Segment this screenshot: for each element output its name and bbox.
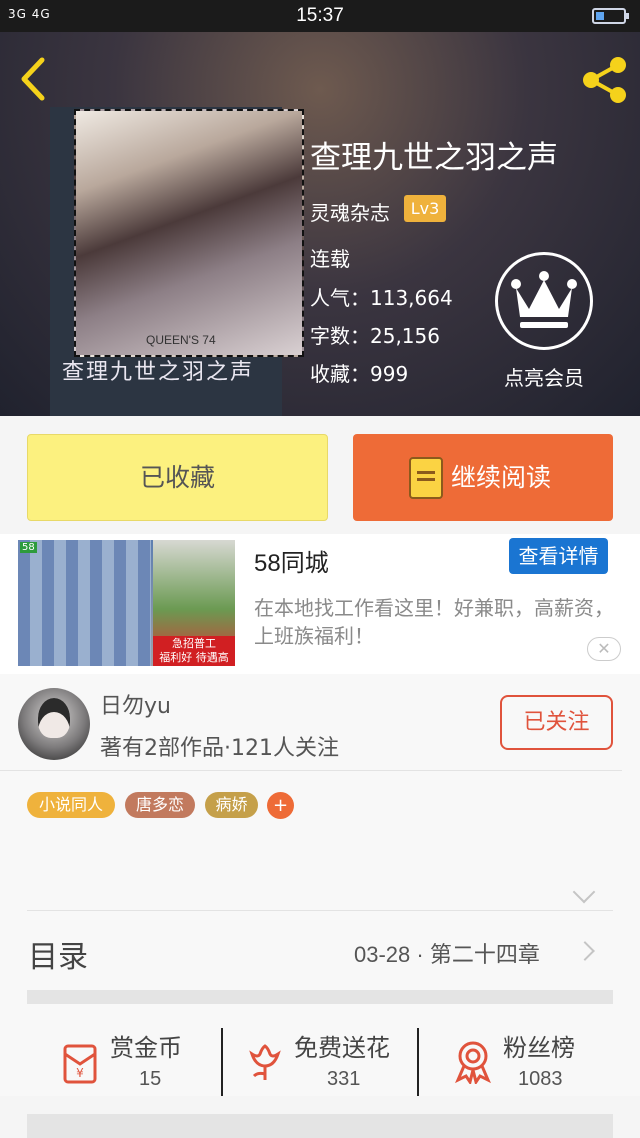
tag-chip[interactable]: 小说同人 [27,792,115,818]
svg-text:¥: ¥ [76,1066,84,1080]
vip-label[interactable]: 点亮会员 [490,362,598,391]
battery-icon [592,8,629,24]
stat-label: 粉丝榜 [503,1034,575,1062]
divider [221,1028,223,1096]
ad-logo: 58 [20,542,37,553]
popularity-count: 人气：113,664 [310,286,453,310]
free-flowers-stat[interactable]: 免费送花 331 [240,1028,410,1098]
ad-image-factory [18,540,151,666]
book-icon [409,457,443,499]
medal-icon [455,1041,491,1084]
share-icon [583,57,626,103]
red-envelope-icon: ¥ [63,1044,97,1084]
stat-value: 331 [327,1068,361,1090]
toc-label[interactable]: 目录 [28,932,88,976]
reward-coins-stat[interactable]: ¥ 赏金币 15 [55,1028,215,1098]
share-button[interactable] [578,54,630,106]
stat-value: 1083 [518,1068,563,1090]
author-name[interactable]: 灵魂杂志 [310,197,390,226]
favorited-button[interactable]: 已收藏 [27,434,328,521]
divider [0,770,622,771]
crown-icon [511,271,577,328]
ad-title: 58同城 [254,550,329,577]
cover-title-text: 查理九世之羽之声 [62,360,255,385]
cover-illustration: QUEEN'S 74 [74,109,304,357]
ad-banner[interactable]: 58 急招普工 福利好 待遇高 58同城 查看详情 在本地找工作看这里！好兼职，… [0,534,640,674]
chevron-right-icon[interactable] [575,941,595,961]
close-icon[interactable]: ✕ [587,637,621,661]
chevron-left-icon [21,57,45,101]
ad-description: 在本地找工作看这里！好兼职，高薪资，上班族福利！ [254,596,614,648]
section-separator [27,990,613,1004]
divider [417,1028,419,1096]
tag-chip[interactable]: 唐多恋 [125,792,195,818]
fan-ranking-stat[interactable]: 粉丝榜 1083 [450,1028,620,1098]
add-tag-button[interactable]: + [267,792,294,819]
avatar[interactable] [18,688,90,760]
stat-label: 赏金币 [110,1034,182,1062]
book-title: 查理九世之羽之声 [310,140,558,176]
back-button[interactable] [14,54,54,104]
cover-small-text: QUEEN'S 74 [146,333,216,347]
ad-image[interactable]: 58 急招普工 福利好 待遇高 [18,540,235,666]
ad-detail-button[interactable]: 查看详情 [509,538,608,574]
word-count: 字数：25,156 [310,324,440,348]
favorites-count: 收藏：999 [310,362,409,386]
stat-value: 15 [139,1068,162,1090]
author-stats: 著有2部作品·121人关注 [100,736,339,761]
stat-label: 免费送花 [294,1034,390,1062]
tag-chip[interactable]: 病娇 [205,792,258,818]
author-handle[interactable]: 日勿yu [100,688,171,720]
ad-image-tag: 急招普工 福利好 待遇高 [153,636,235,666]
vip-button[interactable] [495,252,593,350]
level-badge: Lv3 [404,195,446,222]
continue-reading-label: 继续阅读 [451,463,552,492]
ad-tag-line1: 急招普工 [172,637,216,650]
divider [27,910,613,911]
ad-tag-line2: 福利好 待遇高 [159,651,229,664]
chevron-down-icon[interactable] [572,880,596,904]
book-cover[interactable]: QUEEN'S 74 查理九世之羽之声 [50,107,304,416]
book-header: QUEEN'S 74 查理九世之羽之声 查理九世之羽之声 灵魂杂志 Lv3 连载… [0,32,640,416]
toc-latest-chapter[interactable]: 03-28 · 第二十四章 [354,937,540,969]
status-bar: 3G 4G 15:37 [0,0,640,32]
status-time: 15:37 [296,5,344,26]
section-separator [27,1114,613,1138]
serial-status: 连载 [310,247,350,271]
flower-icon [249,1044,281,1080]
author-section: 日勿yu 著有2部作品·121人关注 已关注 小说同人 唐多恋 病娇 + 目录 … [0,674,640,1096]
followed-button[interactable]: 已关注 [500,695,613,750]
continue-reading-button[interactable]: 继续阅读 [353,434,613,521]
